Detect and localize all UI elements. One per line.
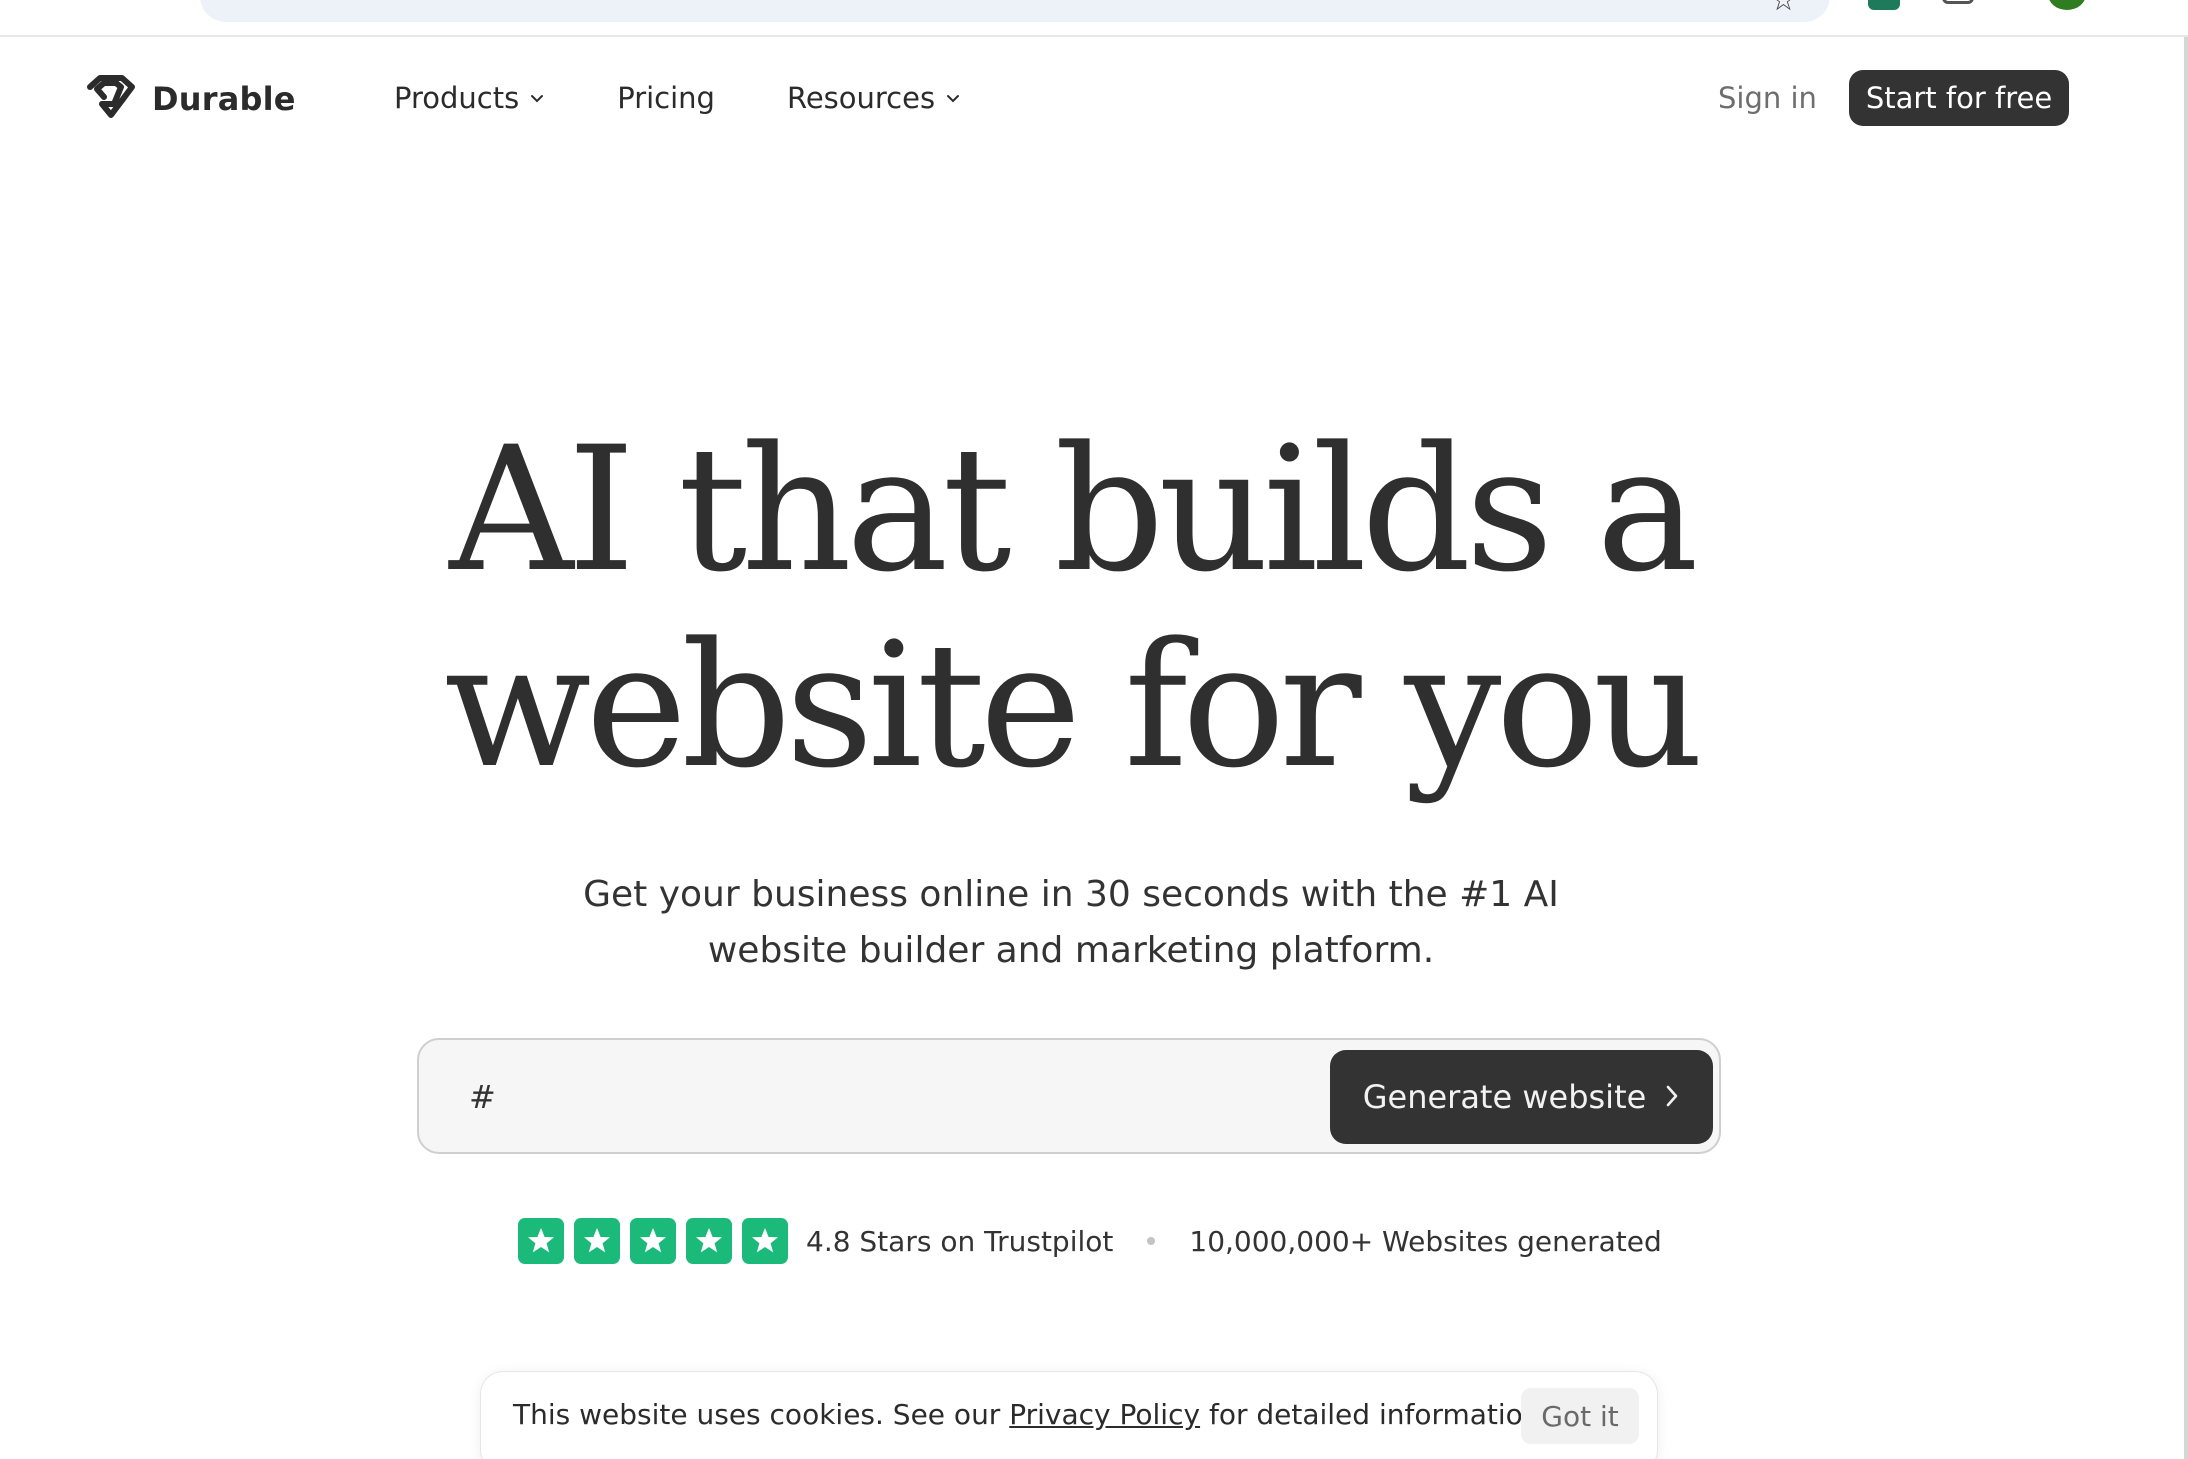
hero-title-line: website for you — [444, 605, 1704, 806]
trust-row: 4.8 Stars on Trustpilot 10,000,000+ Webs… — [518, 1216, 1662, 1266]
cookie-text-before: This website uses cookies. See our — [513, 1398, 1010, 1431]
profile-avatar[interactable] — [2048, 0, 2086, 10]
nav-item-label: Resources — [786, 81, 936, 115]
trustpilot-star-icon — [686, 1218, 732, 1264]
sign-in-link[interactable]: Sign in — [1718, 81, 1817, 115]
cookie-banner: This website uses cookies. See our Priva… — [481, 1372, 1657, 1459]
scrollbar[interactable] — [2184, 37, 2188, 1459]
nav-item-pricing[interactable]: Pricing — [617, 81, 715, 115]
main-nav: Products Pricing Resources — [394, 81, 1033, 115]
browser-toolbar: ☆ — [0, 0, 2188, 37]
hero-title: AI that builds a website for you — [394, 412, 1748, 804]
business-type-input[interactable] — [469, 1068, 1289, 1126]
hero-title-line: AI that builds a — [449, 409, 1699, 610]
trustpilot-stars — [518, 1218, 788, 1264]
separator-dot — [1147, 1237, 1156, 1245]
chevron-down-icon — [529, 92, 545, 104]
hero-subtitle-line: website builder and marketing platform. — [707, 930, 1435, 971]
cookie-message: This website uses cookies. See our Priva… — [513, 1398, 1549, 1431]
nav-item-label: Products — [394, 81, 520, 115]
trustpilot-star-icon — [630, 1218, 676, 1264]
site-header: Durable Products Pricing Resources Sign … — [0, 37, 2188, 159]
chevron-down-icon — [945, 92, 961, 104]
nav-item-label: Pricing — [617, 81, 715, 115]
diamond-logo-icon — [84, 75, 138, 123]
generate-website-button[interactable]: Generate website — [1330, 1050, 1713, 1144]
got-it-button[interactable]: Got it — [1521, 1388, 1639, 1444]
brand-logo-link[interactable]: Durable — [84, 75, 296, 123]
website-generator-form: Generate website — [417, 1038, 1721, 1154]
trustpilot-star-icon — [518, 1218, 564, 1264]
trustpilot-rating-text: 4.8 Stars on Trustpilot — [806, 1224, 1114, 1258]
nav-item-products[interactable]: Products — [394, 81, 545, 115]
hero-subtitle: Get your business online in 30 seconds w… — [544, 867, 1598, 979]
privacy-policy-link[interactable]: Privacy Policy — [1009, 1398, 1200, 1431]
bookmark-star-icon[interactable]: ☆ — [1770, 0, 1797, 16]
address-bar[interactable] — [200, 0, 1830, 22]
hero-subtitle-line: Get your business online in 30 seconds w… — [583, 874, 1559, 915]
brand-name: Durable — [152, 80, 296, 118]
extension-icon[interactable] — [1868, 0, 1900, 10]
trustpilot-star-icon — [574, 1218, 620, 1264]
cookie-text-after: for detailed information. — [1200, 1398, 1550, 1431]
websites-generated-text: 10,000,000+ Websites generated — [1189, 1224, 1662, 1258]
tab-search-icon[interactable] — [1942, 0, 1974, 4]
chevron-right-icon — [1664, 1078, 1680, 1116]
nav-item-resources[interactable]: Resources — [787, 81, 961, 115]
page: ☆ Durable Products Pricing Resources Sig… — [0, 0, 2188, 1459]
generate-website-label: Generate website — [1362, 1078, 1647, 1116]
trustpilot-star-icon — [742, 1218, 788, 1264]
start-for-free-button[interactable]: Start for free — [1849, 70, 2069, 126]
